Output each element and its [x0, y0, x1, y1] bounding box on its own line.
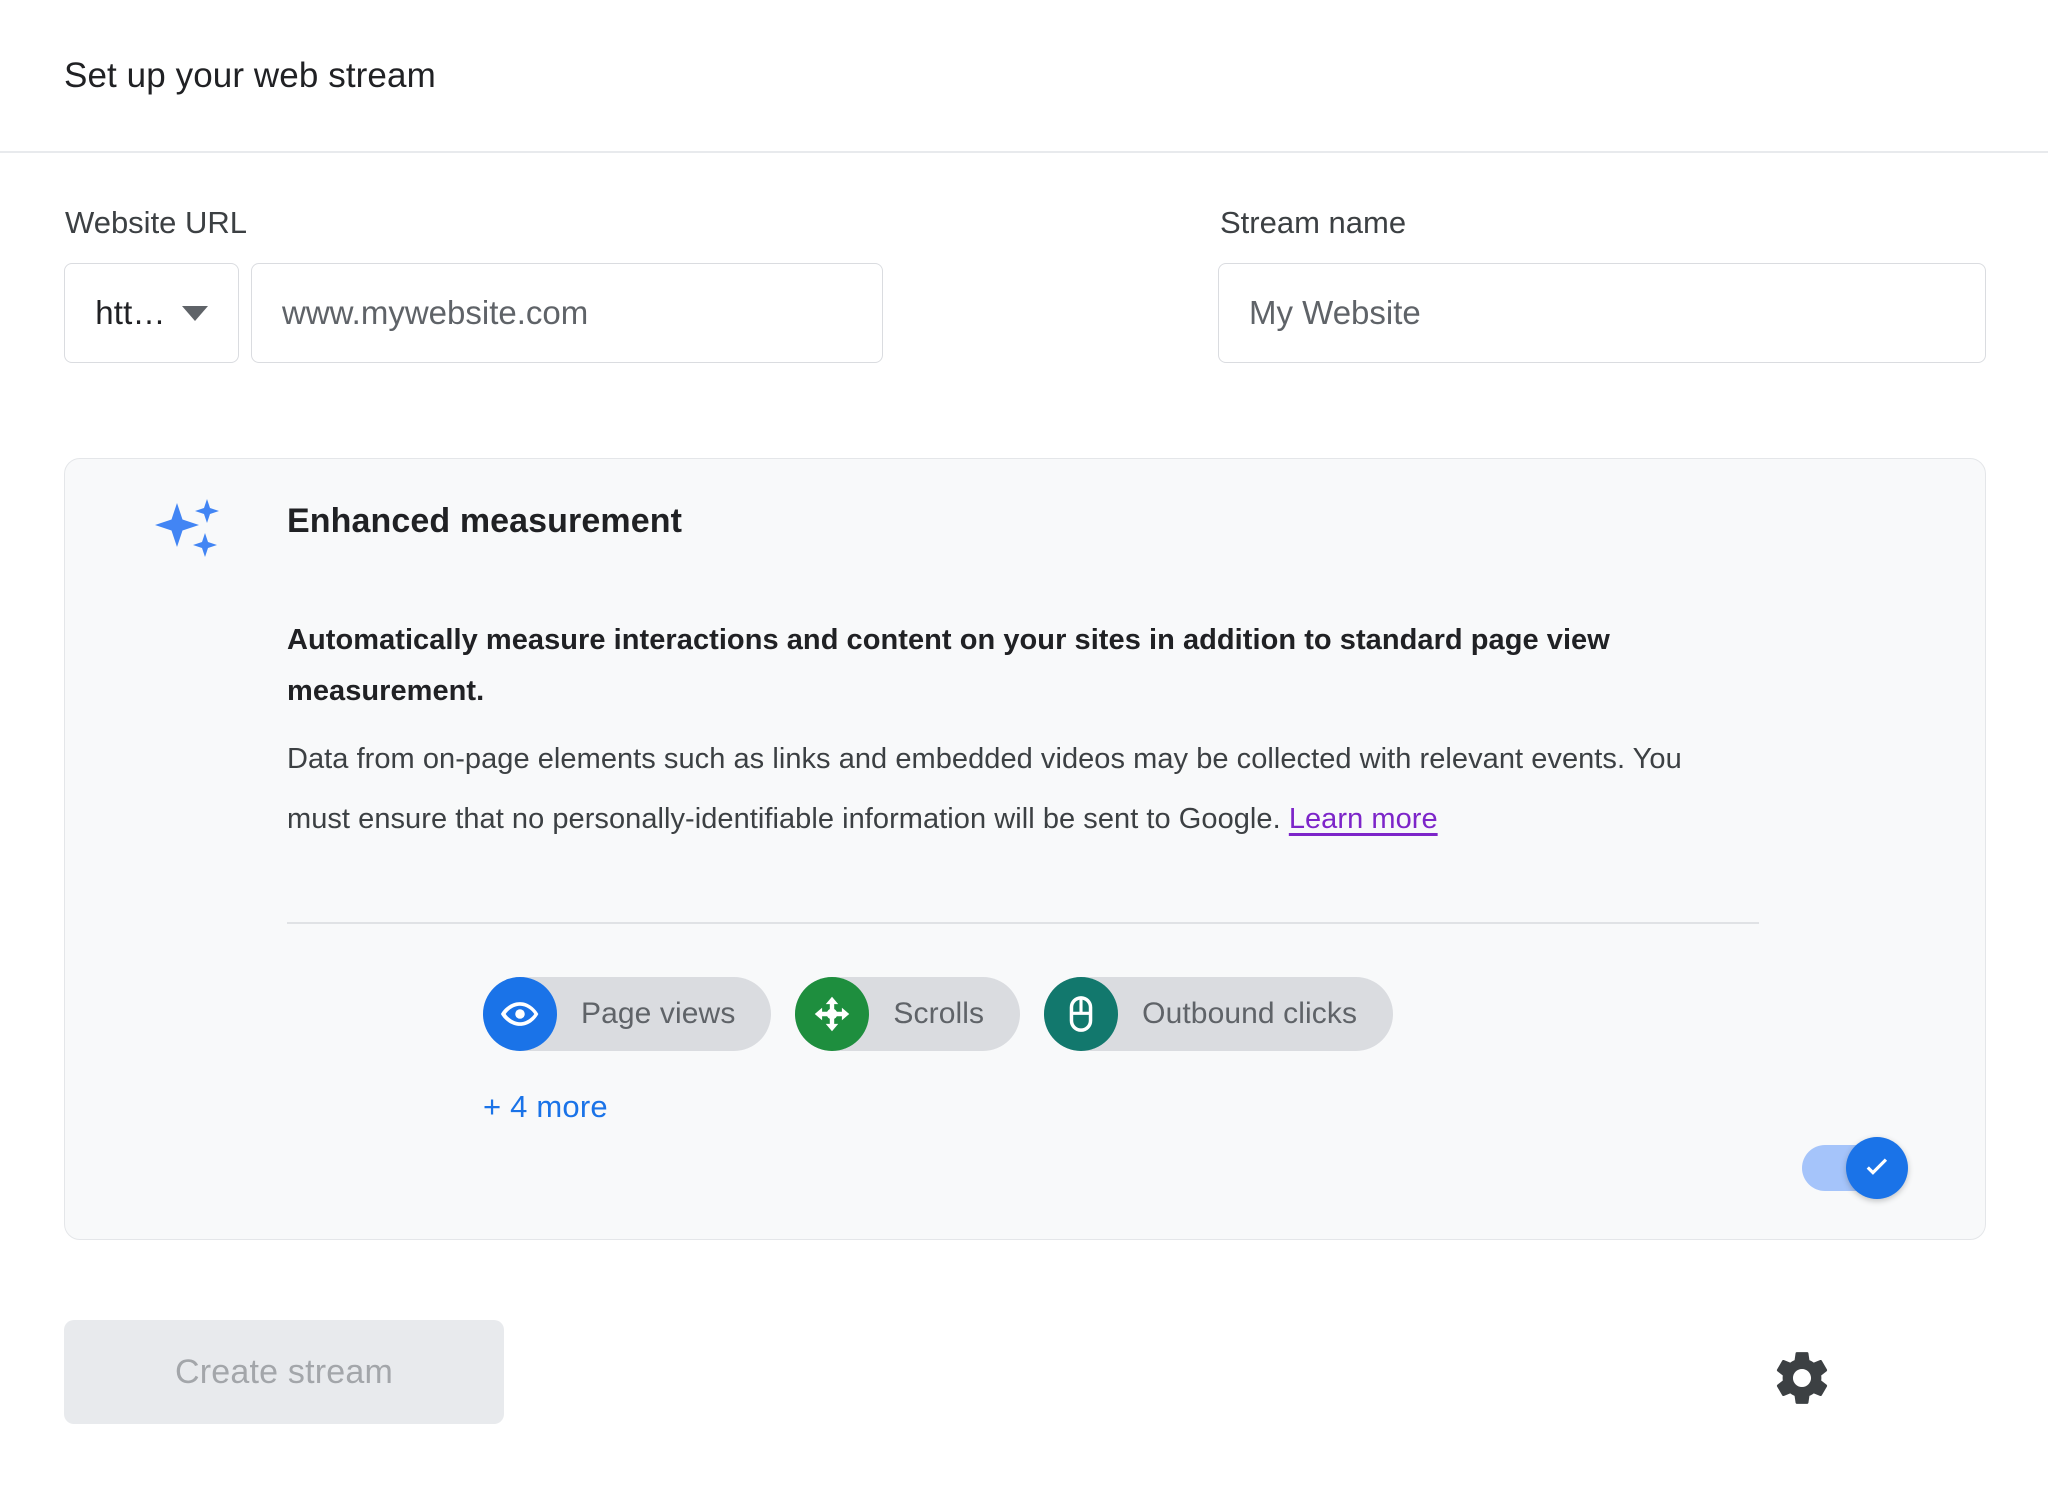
eye-icon	[483, 977, 557, 1051]
scroll-arrows-icon	[795, 977, 870, 1051]
website-url-input[interactable]	[251, 263, 883, 363]
enhanced-measurement-header: Enhanced measurement	[65, 459, 1985, 579]
protocol-select[interactable]: htt…	[64, 263, 239, 363]
setup-web-stream-dialog: Set up your web stream Website URL htt… …	[0, 0, 2048, 1494]
mouse-icon	[1044, 977, 1119, 1051]
more-events-link[interactable]: + 4 more	[483, 1087, 608, 1127]
enhanced-measurement-title: Enhanced measurement	[287, 502, 683, 540]
enhanced-measurement-description: Data from on-page elements such as links…	[287, 743, 1682, 835]
enhanced-measurement-card: Enhanced measurement Automatically measu…	[64, 458, 1986, 1240]
chevron-down-icon	[181, 305, 208, 321]
sparkle-icon	[151, 489, 225, 563]
gear-icon[interactable]	[1762, 1338, 1842, 1418]
stream-name-label: Stream name	[1220, 205, 1407, 240]
website-url-inputs: htt…	[64, 263, 883, 363]
chip-outbound-clicks-label: Outbound clicks	[1142, 997, 1358, 1030]
website-url-label: Website URL	[65, 205, 248, 240]
protocol-select-value: htt…	[95, 294, 166, 331]
enhanced-measurement-toggle[interactable]	[1802, 1137, 1908, 1199]
create-stream-button[interactable]: Create stream	[64, 1320, 504, 1424]
page-title: Set up your web stream	[64, 56, 436, 95]
enhanced-measurement-summary: Automatically measure interactions and c…	[287, 624, 1610, 707]
chip-outbound-clicks[interactable]: Outbound clicks	[1044, 977, 1394, 1051]
chip-scrolls[interactable]: Scrolls	[795, 977, 1021, 1051]
dialog-header: Set up your web stream	[0, 0, 2048, 153]
chip-page-views[interactable]: Page views	[483, 977, 772, 1051]
enhanced-measurement-description-block: Data from on-page elements such as links…	[287, 729, 1737, 849]
card-divider	[287, 922, 1759, 924]
measuring-chip-list: Page views Scrolls Outbound clicks	[483, 977, 1394, 1051]
check-icon	[1866, 1158, 1888, 1175]
learn-more-link[interactable]: Learn more	[1289, 803, 1438, 835]
toggle-thumb	[1846, 1137, 1908, 1199]
stream-name-input[interactable]	[1218, 263, 1986, 363]
chip-scrolls-label: Scrolls	[893, 997, 985, 1030]
chip-page-views-label: Page views	[581, 997, 736, 1030]
enhanced-measurement-body: Automatically measure interactions and c…	[287, 615, 1737, 849]
